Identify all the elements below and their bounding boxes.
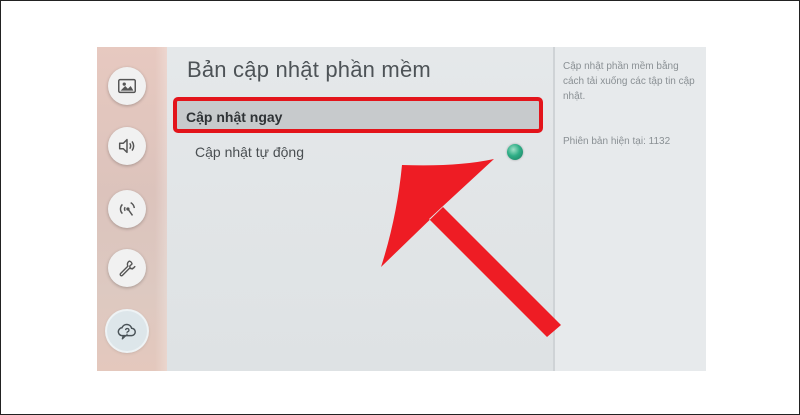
info-description: Cập nhật phần mềm bằng cách tải xuống cá… <box>563 61 695 102</box>
auto-update-toggle[interactable] <box>507 144 523 160</box>
sidebar-item-general[interactable] <box>108 249 146 287</box>
settings-panel: Bản cập nhật phần mềm Cập nhật ngay Cập … <box>167 47 553 371</box>
sidebar-item-sound[interactable] <box>108 127 146 165</box>
update-now-button[interactable]: Cập nhật ngay <box>173 97 543 133</box>
info-panel: Cập nhật phần mềm bằng cách tải xuống cá… <box>555 47 706 371</box>
sound-icon <box>118 138 135 154</box>
support-cloud-icon <box>117 323 136 340</box>
picture-icon <box>118 78 136 94</box>
version-text: Phiên bản hiện tại: 1132 <box>563 136 671 147</box>
sidebar-item-picture[interactable] <box>108 67 146 105</box>
auto-update-label: Cập nhật tự động <box>195 144 305 160</box>
sidebar-item-support[interactable] <box>107 311 147 351</box>
auto-update-item[interactable]: Cập nhật tự động <box>195 144 525 164</box>
sidebar-item-broadcast[interactable] <box>108 190 146 228</box>
image-frame: Bản cập nhật phần mềm Cập nhật ngay Cập … <box>0 0 800 415</box>
broadcast-icon <box>119 201 136 216</box>
tv-settings-screen: Bản cập nhật phần mềm Cập nhật ngay Cập … <box>97 47 706 371</box>
sidebar-edge <box>155 47 167 371</box>
page-title: Bản cập nhật phần mềm <box>187 57 431 82</box>
update-now-label: Cập nhật ngay <box>186 109 283 125</box>
wrench-icon <box>119 260 136 277</box>
sidebar <box>97 47 167 371</box>
